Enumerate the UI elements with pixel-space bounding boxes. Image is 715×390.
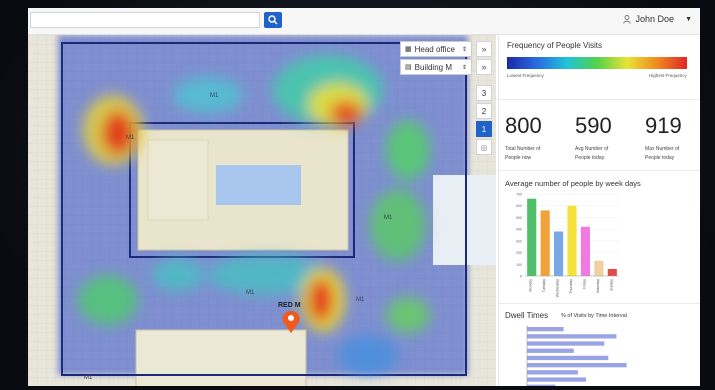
locate-button[interactable]: ◎ — [476, 139, 492, 155]
dwell-bar — [527, 384, 556, 386]
app-screen: John Doe ▼ M1 M1 M1 M1 M1 M1 RED M ▦ Hea… — [28, 8, 700, 386]
bar-saturday — [594, 260, 604, 276]
search-icon — [268, 15, 278, 25]
building-select-value: Head office — [414, 44, 455, 54]
stat-total-value: 800 — [505, 113, 542, 138]
dwell-bar — [527, 355, 609, 361]
y-tick-label: 0 — [520, 275, 522, 279]
stat-max-value: 919 — [645, 113, 682, 138]
floor-button-3[interactable]: 3 — [476, 85, 492, 101]
y-tick-label: 200 — [516, 251, 522, 255]
dwell-bar — [527, 348, 574, 353]
user-name: John Doe — [635, 14, 675, 24]
search-button[interactable] — [264, 12, 282, 28]
stat-avg-label: Avg Number of People today — [575, 146, 609, 161]
user-icon — [622, 14, 631, 24]
floor-select[interactable]: ▤ Building M ⇕ — [400, 59, 472, 75]
y-tick-label: 400 — [516, 228, 522, 232]
bar-sunday — [607, 268, 617, 276]
room-label: M1 — [126, 135, 135, 141]
x-tick-label: Friday — [582, 279, 586, 289]
chevron-updown-icon: ⇕ — [461, 64, 467, 71]
chevron-down-icon: ▼ — [685, 15, 692, 23]
x-tick-label: Tuesday — [542, 279, 546, 293]
analytics-panel: Frequency of People Visits Lowest Freque… — [498, 35, 700, 386]
bar-thursday — [567, 205, 577, 276]
stat-total-label: Total Number of People now — [505, 146, 541, 161]
dwell-bar — [527, 334, 617, 339]
divider — [499, 170, 700, 171]
bar-friday — [580, 226, 590, 276]
x-tick-label: Wednesday — [556, 279, 560, 298]
dwell-bar — [527, 363, 627, 368]
building-icon: ▦ — [405, 46, 412, 53]
room-label: M1 — [210, 93, 219, 99]
divider — [499, 99, 700, 100]
x-tick-label: Thursday — [569, 279, 573, 294]
double-chevron-icon: » — [481, 44, 487, 54]
floor-select-value: Building M — [414, 62, 452, 72]
expand-button[interactable]: » — [476, 59, 492, 75]
bar-wednesday — [554, 231, 564, 276]
y-tick-label: 700 — [516, 193, 522, 197]
search-input[interactable] — [30, 12, 260, 28]
weekdays-title: Average number of people by week days — [505, 179, 641, 188]
user-menu[interactable]: John Doe ▼ — [622, 14, 692, 24]
room-label: M1 — [246, 290, 255, 296]
bar-tuesday — [540, 210, 550, 276]
heatmap-layer — [28, 35, 496, 386]
y-tick-label: 300 — [516, 239, 522, 243]
dwell-bar-chart — [526, 325, 627, 386]
x-tick-label: Sunday — [609, 279, 613, 291]
dwell-subtitle: % of Visits by Time Interval — [561, 313, 627, 319]
legend-low-label: Lowest Frequency — [507, 73, 544, 78]
divider — [499, 303, 700, 304]
floor-button-1[interactable]: 1 — [476, 121, 492, 137]
red-m-label: RED M — [278, 302, 301, 309]
floor-icon: ▤ — [405, 64, 412, 71]
chevron-updown-icon: ⇕ — [461, 46, 467, 53]
y-tick-label: 500 — [516, 216, 522, 220]
floor-button-2[interactable]: 2 — [476, 103, 492, 119]
floor-plan-map[interactable]: M1 M1 M1 M1 M1 M1 RED M ▦ Head office ⇕ … — [28, 35, 496, 386]
y-tick-label: 100 — [516, 263, 522, 267]
dwell-title: Dwell Times — [505, 311, 549, 320]
top-bar: John Doe ▼ — [28, 8, 700, 35]
legend-high-label: Highest Frequency — [649, 73, 687, 78]
frequency-legend-bar — [507, 57, 687, 69]
room-label: M1 — [84, 375, 93, 381]
y-tick-label: 600 — [516, 204, 522, 208]
target-icon: ◎ — [480, 142, 488, 152]
building-select[interactable]: ▦ Head office ⇕ — [400, 41, 472, 57]
expand-button[interactable]: » — [476, 41, 492, 57]
x-tick-label: Monday — [529, 279, 533, 292]
weekday-bar-chart: 700 600 500 400 300 200 100 0 Monday Tuesday Wedne… — [516, 193, 619, 298]
frequency-title: Frequency of People Visits — [507, 41, 603, 50]
dwell-bar — [527, 341, 605, 346]
dwell-bar — [527, 327, 564, 332]
dwell-bar — [527, 377, 586, 382]
double-chevron-icon: » — [481, 62, 487, 72]
room-label: M1 — [384, 215, 393, 221]
stat-max-label: Max Number of People today — [645, 146, 680, 161]
bar-monday — [527, 198, 537, 276]
stat-avg-value: 590 — [575, 113, 612, 138]
room-label: M1 — [356, 297, 365, 303]
x-tick-label: Saturday — [596, 279, 600, 293]
dwell-bar — [527, 370, 578, 375]
